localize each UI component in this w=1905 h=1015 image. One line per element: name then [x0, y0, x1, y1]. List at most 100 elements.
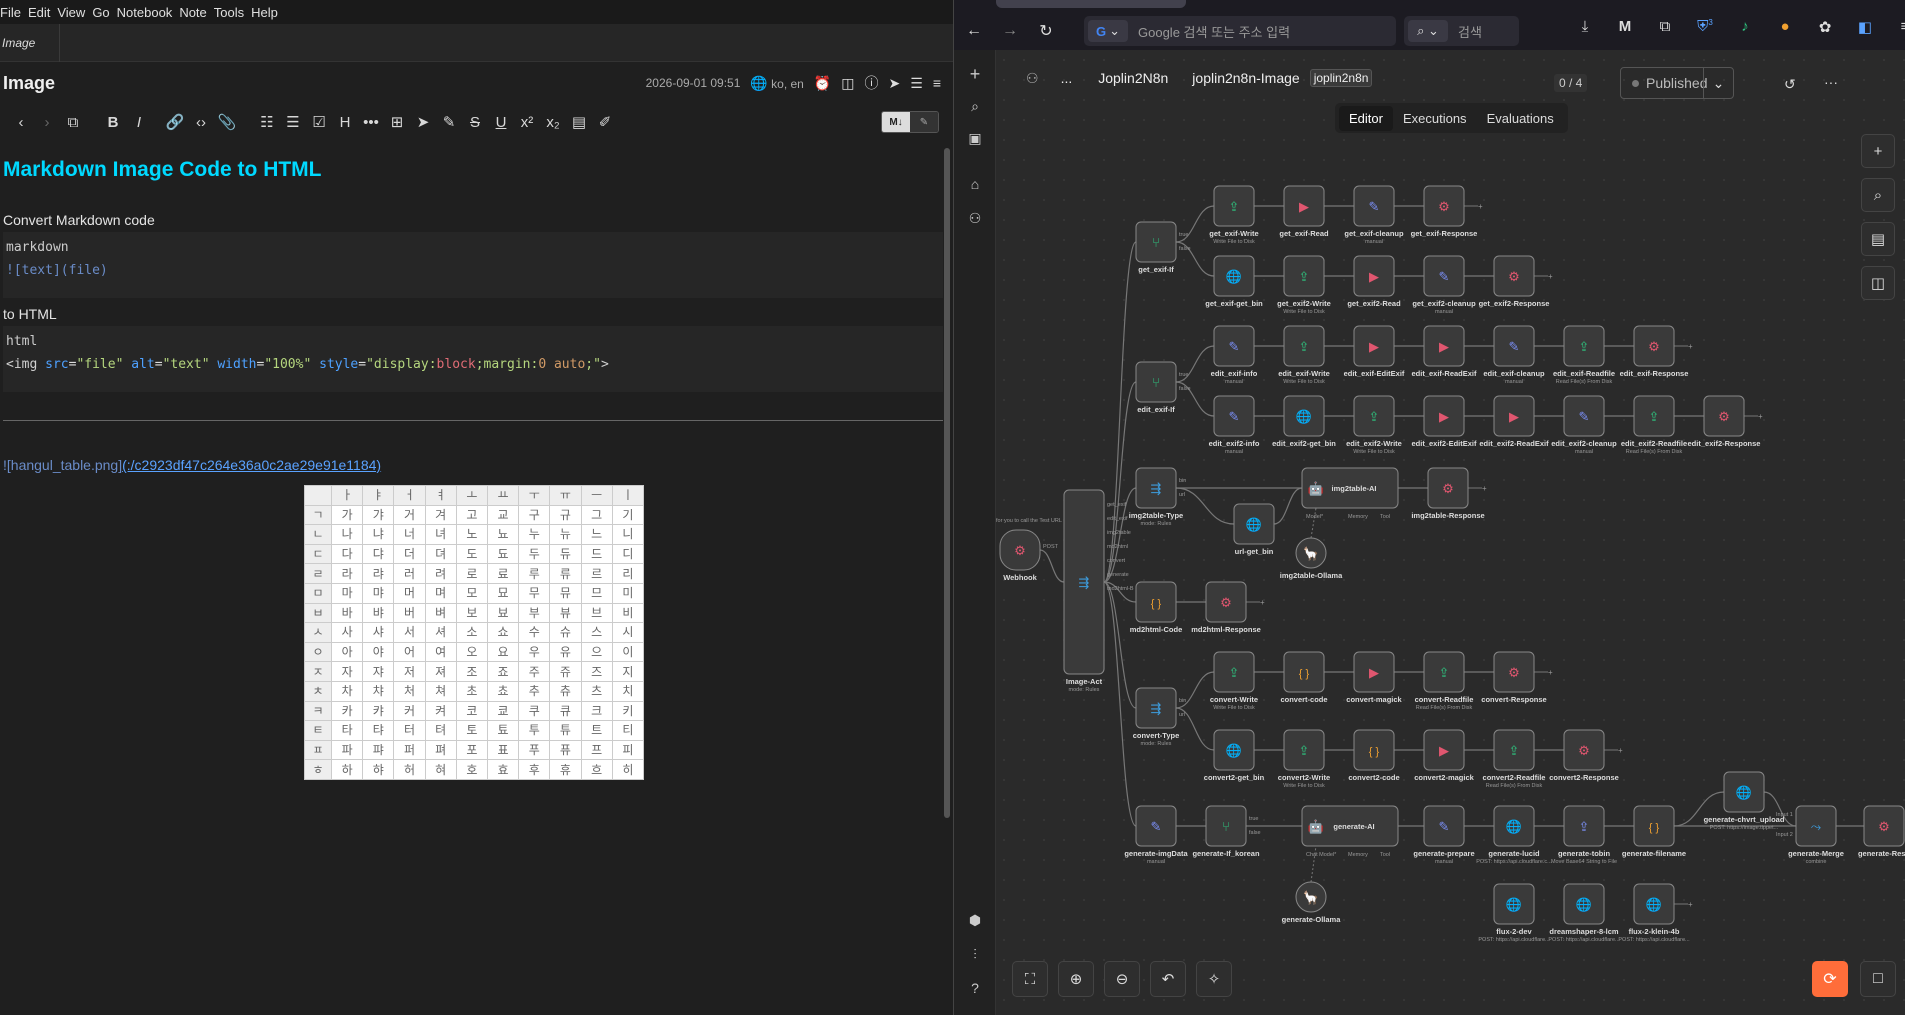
highlight-icon[interactable]: ✎ — [436, 113, 462, 131]
menu-edit[interactable]: Edit — [28, 5, 57, 20]
workflow-node[interactable]: ⚙ img2table-Response — [1411, 467, 1485, 520]
breadcrumb-project[interactable]: Joplin2N8n — [1098, 70, 1168, 86]
menu-icon[interactable]: ≡ — [1889, 18, 1905, 36]
workflow-node[interactable]: 🌐 flux-2-klein-4bPOST: https://api.cloudf… — [1618, 883, 1690, 943]
reload-icon[interactable]: ↻ — [1028, 21, 1064, 41]
note-date[interactable]: 2026-09-01 09:51 — [646, 76, 741, 90]
home-icon[interactable]: ⌂ — [954, 176, 996, 192]
address-bar[interactable]: G ⌄ Google 검색 또는 주소 입력 — [1084, 16, 1396, 46]
workflow-node[interactable]: ⚙ edit_exif2-Response — [1688, 395, 1761, 448]
workflow-node[interactable]: ▶ get_exif-Read — [1279, 185, 1329, 238]
sticky-note-icon[interactable]: ▤ — [1861, 222, 1895, 256]
active-tab[interactable] — [996, 0, 1186, 8]
workflow-node[interactable]: ▶ edit_exif2-ReadExif — [1479, 395, 1549, 448]
search-icon[interactable]: ⌕ — [1861, 178, 1895, 212]
menu-note[interactable]: Note — [179, 5, 213, 20]
user-icon[interactable]: ⚇ — [1026, 70, 1039, 87]
rich-text-mode-button[interactable]: ✎ — [910, 112, 938, 132]
workflow-node[interactable]: ⇪ convert2-WriteWrite File to Disk — [1278, 729, 1330, 789]
workflow-node[interactable]: ▶ edit_exif-EditExif — [1344, 325, 1405, 378]
forward-icon[interactable]: → — [992, 22, 1028, 40]
workflow-node[interactable]: ⤳ generate-Mergecombine — [1788, 805, 1844, 865]
editor-mode-toggle[interactable]: M↓ ✎ — [881, 111, 939, 133]
external-edit-icon[interactable]: ⧉ — [60, 114, 86, 131]
forward-icon[interactable]: › — [34, 114, 60, 131]
workflow-name[interactable]: joplin2n8n-Image — [1192, 70, 1299, 86]
more-icon[interactable]: ••• — [358, 114, 384, 131]
search-engine-button[interactable]: G ⌄ — [1088, 20, 1128, 42]
workflow-node[interactable]: ⇪ get_exif-WriteWrite File to Disk — [1209, 185, 1259, 245]
alarm-icon[interactable]: ⏰ — [814, 75, 831, 92]
workflow-node[interactable]: ⇪ edit_exif2-ReadfileRead File(s) From Di… — [1621, 395, 1687, 455]
chevron-down-icon[interactable]: ⌄ — [1703, 68, 1733, 98]
workflow-node[interactable]: ⇶ convert-Typemode: Rules — [1133, 687, 1180, 747]
workflow-node[interactable]: ⑂ edit_exif-If — [1135, 361, 1177, 414]
workflow-node[interactable]: ⇪ convert2-ReadfileRead File(s) From Disk — [1483, 729, 1546, 789]
add-node-icon[interactable]: + — [1861, 134, 1895, 168]
bullet-list-icon[interactable]: ☷ — [254, 113, 280, 131]
workflow-node[interactable]: ⇪ edit_exif-ReadfileRead File(s) From Dis… — [1553, 325, 1615, 385]
menu-file[interactable]: File — [0, 5, 28, 20]
menu-tools[interactable]: Tools — [214, 5, 251, 20]
workflow-tag[interactable]: joplin2n8n — [1309, 69, 1373, 87]
workflow-node[interactable]: ✎ get_exif-cleanupmanual — [1344, 185, 1404, 245]
workflow-node[interactable]: { } convert-code — [1280, 651, 1328, 704]
info-icon[interactable]: ⓘ — [865, 73, 879, 93]
workflow-node[interactable]: ▶ convert2-magick — [1414, 729, 1475, 782]
breadcrumb-notebook[interactable]: Image — [0, 23, 60, 62]
bold-icon[interactable]: B — [100, 114, 126, 131]
search-bar[interactable]: ⌕ ⌄ 검색 — [1404, 16, 1519, 46]
download-icon[interactable]: ⤓ — [1569, 18, 1601, 36]
tidy-up-icon[interactable]: ✧ — [1196, 961, 1232, 997]
package-icon[interactable]: ⬢ — [954, 912, 996, 929]
workflow-node[interactable]: ⇪ convert-ReadfileRead File(s) From Disk — [1415, 651, 1474, 711]
checkbox-list-icon[interactable]: ☑ — [306, 113, 332, 131]
panel-icon[interactable]: ▣ — [954, 130, 996, 147]
workflow-node[interactable]: ✎ edit_exif2-cleanupmanual — [1551, 395, 1617, 455]
workflow-node[interactable]: ✎ generate-imgDatamanual — [1124, 805, 1189, 865]
zoom-in-icon[interactable]: ⊕ — [1058, 961, 1094, 997]
workflow-node[interactable]: ▶ convert-magick — [1346, 651, 1403, 704]
editor-scrollbar[interactable] — [944, 148, 950, 818]
send-icon[interactable]: ➤ — [410, 113, 436, 131]
back-icon[interactable]: ‹ — [8, 114, 34, 131]
insights-icon[interactable]: ⫶ — [954, 946, 996, 963]
workflow-node[interactable]: ⚙ get_exif2-Response — [1479, 255, 1550, 308]
workflow-node[interactable]: 🌐 url-get_bin — [1233, 503, 1275, 556]
breadcrumb-ellipsis[interactable]: ... — [1061, 70, 1073, 86]
toc-icon[interactable]: ☰ — [910, 75, 923, 92]
workflow-node[interactable]: 🌐 generate-chvrt_uploadPOST: https://imag… — [1704, 771, 1785, 831]
workflow-node[interactable]: { } convert2-code — [1348, 729, 1400, 782]
pen-icon[interactable]: ✐ — [592, 113, 618, 131]
attach-icon[interactable]: 📎 — [214, 113, 240, 131]
workflow-node[interactable]: ⇪ edit_exif-WriteWrite File to Disk — [1278, 325, 1330, 385]
tab-editor[interactable]: Editor — [1339, 105, 1393, 131]
workflow-node[interactable]: { } md2html-Code — [1130, 581, 1183, 634]
execute-button[interactable]: ⟳ — [1812, 961, 1848, 997]
user-icon[interactable]: ⚇ — [954, 210, 996, 227]
template-icon[interactable]: ▤ — [566, 113, 592, 131]
help-icon[interactable]: ? — [954, 980, 996, 996]
workflow-node[interactable]: ⚙ get_exif-Response — [1411, 185, 1478, 238]
workflow-node[interactable]: ⇪ generate-tobinMove Base64 String to Fil… — [1551, 805, 1617, 865]
workflow-node[interactable]: ▶ get_exif2-Read — [1347, 255, 1401, 308]
workflow-node[interactable]: ⚙ generate-Resp — [1858, 805, 1905, 858]
workflow-node[interactable]: ⇪ get_exif2-WriteWrite File to Disk — [1277, 255, 1331, 315]
markdown-mode-button[interactable]: M↓ — [882, 112, 910, 132]
fit-view-icon[interactable]: ⛶ — [1012, 961, 1048, 997]
layout-icon[interactable]: ◫ — [841, 75, 854, 92]
workflow-node[interactable]: 🦙 img2table-Ollama — [1280, 537, 1343, 580]
panel-toggle-icon[interactable]: ◫ — [1861, 266, 1895, 300]
workflow-node[interactable]: ⇶ img2table-Typemode: Rules — [1129, 467, 1183, 527]
workflow-node[interactable]: 🌐 flux-2-devPOST: https://api.cloudflare.… — [1478, 883, 1550, 943]
workflow-node[interactable]: ✎ generate-preparemanual — [1413, 805, 1475, 865]
more-icon[interactable]: ··· — [1824, 74, 1838, 90]
underline-icon[interactable]: U — [488, 114, 514, 131]
workflow-node[interactable]: 🌐 convert2-get_bin — [1204, 729, 1265, 782]
workflow-node[interactable]: { } generate-filename — [1622, 805, 1686, 858]
zoom-out-icon[interactable]: ⊖ — [1104, 961, 1140, 997]
workflow-node[interactable]: ⚙ md2html-Response — [1191, 581, 1261, 634]
extensions-icon[interactable]: ⧉ — [1649, 18, 1681, 36]
menu-help[interactable]: Help — [251, 5, 285, 20]
shield-badge-icon[interactable]: ⛨3 — [1689, 18, 1721, 36]
